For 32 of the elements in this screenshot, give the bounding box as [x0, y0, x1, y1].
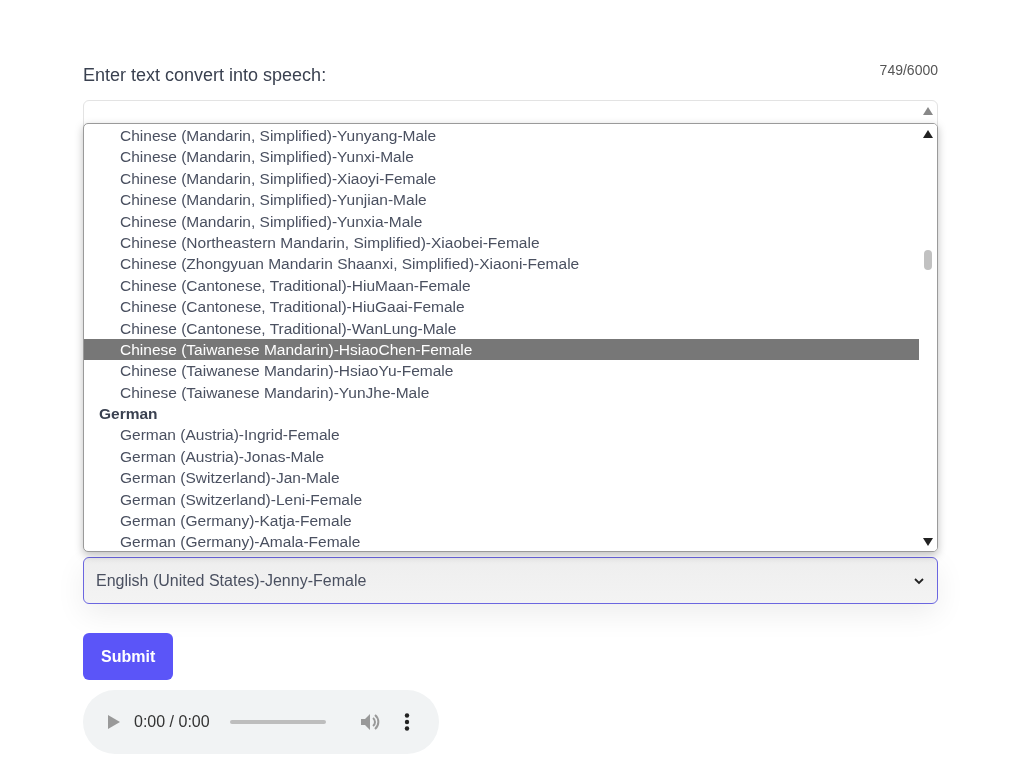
voice-option[interactable]: Chinese (Mandarin, Simplified)-Yunxi-Male	[84, 146, 919, 168]
voice-option[interactable]: Chinese (Cantonese, Traditional)-WanLung-Male	[84, 317, 919, 339]
voice-option[interactable]: German (Switzerland)-Jan-Male	[84, 467, 919, 489]
scroll-down-icon[interactable]	[923, 538, 933, 546]
submit-button[interactable]: Submit	[83, 633, 174, 680]
voice-option[interactable]: Chinese (Mandarin, Simplified)-Yunxia-Male	[84, 210, 919, 232]
voice-option[interactable]: German (Austria)-Ingrid-Female	[84, 424, 919, 446]
scroll-up-icon[interactable]	[923, 130, 933, 138]
voice-option[interactable]: Chinese (Taiwanese Mandarin)-HsiaoChen-Female	[84, 338, 919, 361]
volume-icon[interactable]	[359, 712, 382, 732]
voice-option[interactable]: Chinese (Mandarin, Simplified)-Yunyang-Male	[84, 125, 919, 147]
more-options-icon[interactable]	[403, 713, 410, 731]
playback-time: 0:00 / 0:00	[134, 713, 210, 731]
voice-option[interactable]: Chinese (Cantonese, Traditional)-HiuMaan-Female	[84, 274, 919, 297]
voice-option[interactable]: Chinese (Taiwanese Mandarin)-YunJhe-Male	[84, 381, 919, 404]
voice-option[interactable]: German (Germany)-Amala-Female	[84, 531, 919, 551]
play-icon[interactable]	[108, 715, 120, 729]
scrollbar-thumb[interactable]	[924, 250, 932, 270]
voice-option[interactable]: Chinese (Mandarin, Simplified)-Yunjian-Male	[84, 189, 919, 211]
voice-option[interactable]: Chinese (Northeastern Mandarin, Simplified)-Xiaobei-Female	[84, 231, 919, 254]
chevron-down-icon	[913, 576, 925, 585]
voice-option[interactable]: German (Austria)-Jonas-Male	[84, 445, 919, 468]
voice-option[interactable]: German (Switzerland)-Leni-Female	[84, 488, 919, 511]
voice-select[interactable]: English (United States)-Jenny-Female	[83, 557, 938, 604]
voice-option[interactable]: German (Germany)-Katja-Female	[84, 510, 919, 532]
voice-option[interactable]: Chinese (Cantonese, Traditional)-HiuGaai-Female	[84, 296, 919, 318]
voice-option[interactable]: Chinese (Zhongyuan Mandarin Shaanxi, Simplified)-Xiaoni-Female	[84, 253, 919, 275]
character-counter: 749/6000	[879, 62, 938, 78]
voice-option[interactable]: Chinese (Mandarin, Simplified)-Xiaoyi-Female	[84, 167, 919, 190]
text-label: Enter text convert into speech:	[83, 65, 327, 86]
voice-option[interactable]: Chinese (Taiwanese Mandarin)-HsiaoYu-Female	[84, 360, 919, 382]
option-group-label: German	[98, 404, 159, 425]
